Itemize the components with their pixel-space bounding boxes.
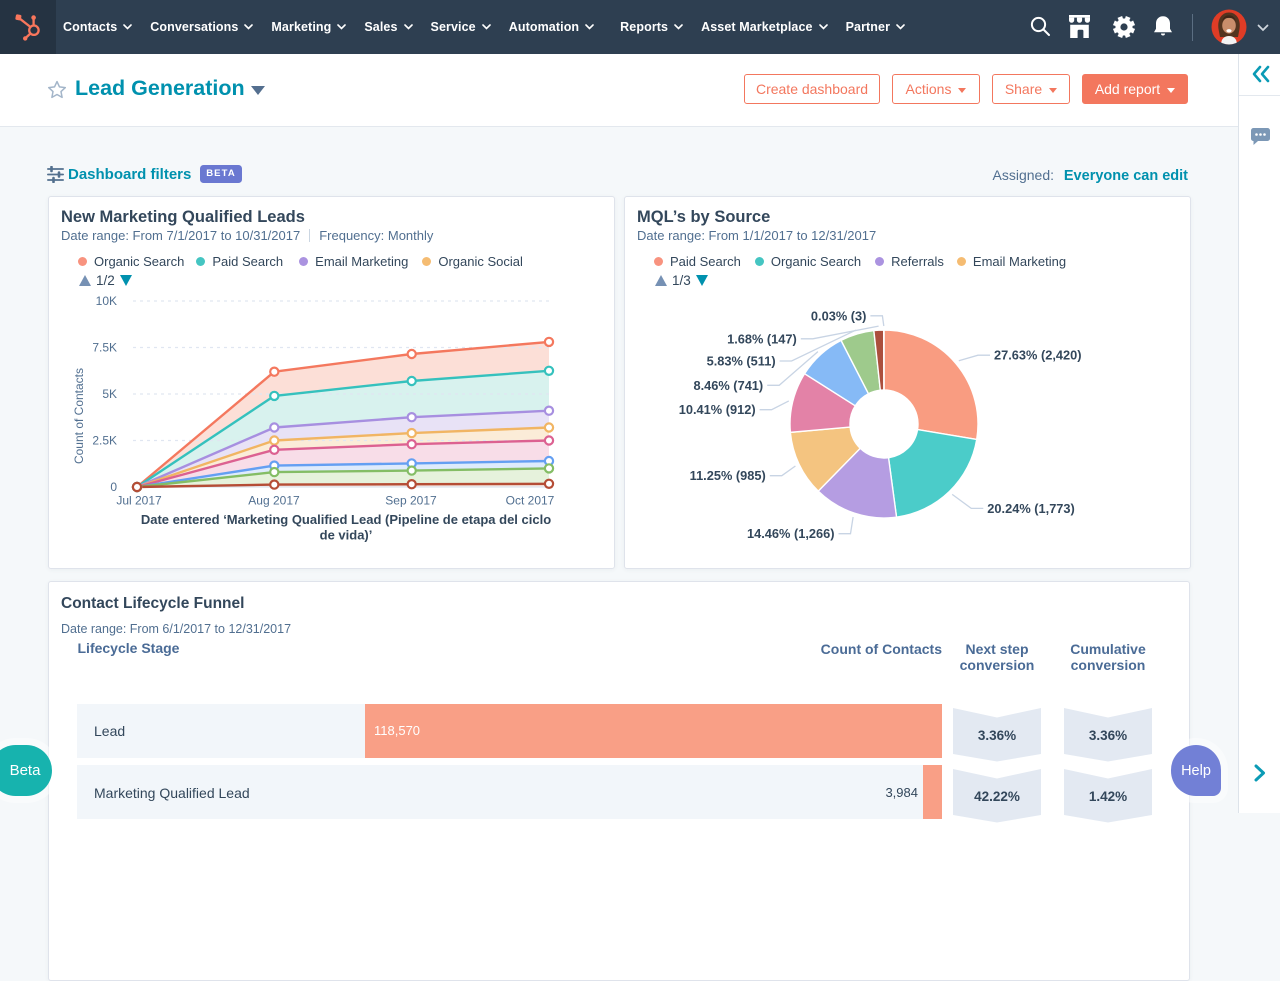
- svg-text:11.25% (985): 11.25% (985): [690, 468, 766, 483]
- svg-text:27.63% (2,420): 27.63% (2,420): [994, 348, 1082, 363]
- svg-text:Oct 2017: Oct 2017: [506, 494, 555, 508]
- svg-text:20.24% (1,773): 20.24% (1,773): [987, 501, 1075, 516]
- svg-text:14.46% (1,266): 14.46% (1,266): [747, 526, 835, 541]
- svg-text:Jul 2017: Jul 2017: [116, 494, 162, 508]
- svg-text:10K: 10K: [96, 294, 117, 308]
- svg-text:1.68% (147): 1.68% (147): [727, 331, 797, 346]
- svg-text:7.5K: 7.5K: [92, 341, 117, 355]
- svg-text:0.03% (3): 0.03% (3): [811, 308, 866, 323]
- svg-text:10.41% (912): 10.41% (912): [679, 402, 756, 417]
- svg-text:5.83% (511): 5.83% (511): [707, 354, 776, 369]
- svg-text:Date entered ‘Marketing Qualif: Date entered ‘Marketing Qualified Lead (…: [141, 512, 551, 527]
- svg-text:8.46% (741): 8.46% (741): [693, 378, 763, 393]
- svg-text:2.5K: 2.5K: [92, 434, 117, 448]
- svg-text:Count of Contacts: Count of Contacts: [72, 368, 86, 464]
- svg-text:Aug 2017: Aug 2017: [248, 494, 300, 508]
- svg-text:de vida)’: de vida)’: [320, 528, 373, 543]
- svg-text:5K: 5K: [102, 387, 117, 401]
- svg-text:0: 0: [110, 480, 117, 494]
- svg-text:Sep 2017: Sep 2017: [385, 494, 437, 508]
